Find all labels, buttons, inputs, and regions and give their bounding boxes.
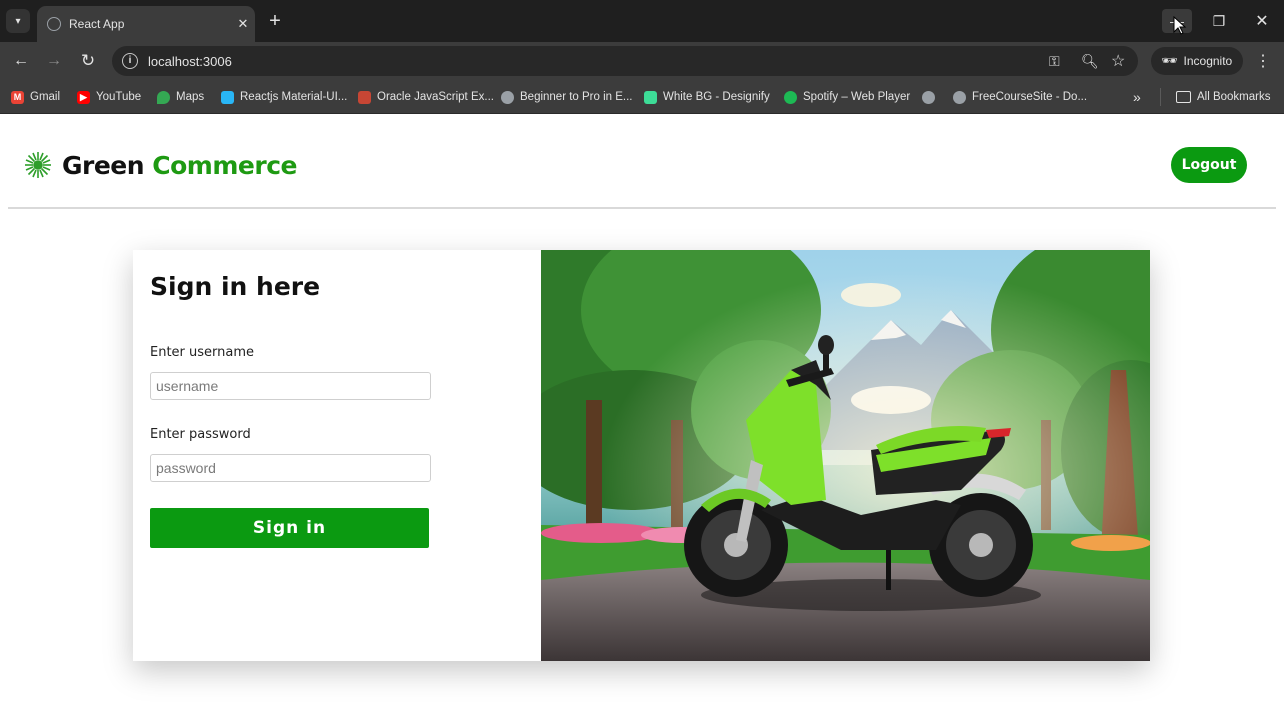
incognito-badge[interactable]: 🕶︎ Incognito [1151,47,1243,75]
bookmark-label: FreeCourseSite - Do... [972,91,1088,103]
username-label: Enter username [150,345,255,360]
designify-icon [644,90,657,104]
logout-button[interactable]: Logout [1171,147,1247,183]
tab-search-icon[interactable]: ▾ [6,9,30,33]
leaf-logo-icon [25,152,51,178]
bookmarks-divider [1160,88,1161,106]
oracle-icon [358,90,371,104]
back-icon[interactable]: ← [9,50,33,72]
bookmark-globe[interactable] [922,89,941,105]
bookmark-material-ui[interactable]: Reactjs Material-UI... [221,89,347,105]
bookmark-spotify[interactable]: Spotify – Web Player [784,89,910,105]
bookmark-beginner-pro[interactable]: Beginner to Pro in E... [501,89,633,105]
globe-icon [501,90,514,104]
bookmark-youtube[interactable]: ▶ YouTube [77,89,141,105]
login-card: Sign in here Enter username Enter passwo… [133,250,1150,661]
browser-tabstrip: ▾ React App ✕ + — ❐ ✕ [0,0,1284,42]
gmail-icon: M [11,90,24,104]
bookmark-label: YouTube [96,91,142,103]
reload-icon[interactable]: ↻ [76,50,100,72]
globe-icon [922,90,935,104]
zoom-icon[interactable]: 🔍︎ [1081,53,1099,70]
form-title: Sign in here [150,272,321,301]
bookmark-label: Gmail [30,91,61,103]
password-key-icon[interactable]: ⚿ [1049,53,1060,70]
site-info-icon[interactable]: i [122,53,138,69]
header-divider [8,207,1276,209]
address-bar[interactable]: i localhost:3006 [112,46,1138,76]
bookmark-freecoursesite[interactable]: FreeCourseSite - Do... [953,89,1087,105]
bookmark-label: Maps [176,91,205,103]
brand-logo[interactable]: Green Commerce [62,151,297,180]
brand-second: Commerce [152,151,297,180]
window-close-icon[interactable]: ✕ [1247,9,1277,33]
bookmarks-bar: M Gmail ▶ YouTube Maps Reactjs Material-… [0,80,1284,114]
bookmark-star-icon[interactable]: ☆ [1111,51,1125,71]
password-label: Enter password [150,427,251,442]
maps-icon [157,90,170,104]
browser-menu-icon[interactable]: ⋮ [1254,51,1272,71]
bookmark-gmail[interactable]: M Gmail [11,89,60,105]
browser-tab[interactable]: React App ✕ [37,6,255,42]
url-text: localhost:3006 [148,53,232,69]
brand-first: Green [62,151,145,180]
bookmarks-overflow-icon[interactable]: » [1133,89,1141,105]
folder-icon [1176,91,1191,103]
app-header: Green Commerce [0,116,1284,208]
youtube-icon: ▶ [77,90,90,104]
password-input[interactable] [150,454,431,482]
tab-close-icon[interactable]: ✕ [231,16,255,32]
all-bookmarks[interactable]: All Bookmarks [1176,89,1271,105]
forward-icon[interactable]: → [42,50,66,72]
tab-favicon-icon [47,17,61,31]
sign-in-button[interactable]: Sign in [150,508,429,548]
material-ui-icon [221,90,234,104]
incognito-icon: 🕶︎ [1161,53,1178,68]
bookmark-label: Oracle JavaScript Ex... [377,91,494,103]
bookmark-label: Beginner to Pro in E... [520,91,633,103]
all-bookmarks-label: All Bookmarks [1197,91,1271,103]
bookmark-label: White BG - Designify [663,91,770,103]
spotify-icon [784,90,797,104]
username-input[interactable] [150,372,431,400]
bookmark-label: Reactjs Material-UI... [240,91,348,103]
tab-title: React App [69,17,125,31]
scooter-hero-image [541,250,1150,661]
restore-icon[interactable]: ❐ [1204,9,1234,33]
bookmark-maps[interactable]: Maps [157,89,204,105]
bookmark-oracle[interactable]: Oracle JavaScript Ex... [358,89,494,105]
browser-toolbar: ← → ↻ i localhost:3006 ⚿ 🔍︎ ☆ 🕶︎ Incogni… [0,42,1284,80]
bookmark-designify[interactable]: White BG - Designify [644,89,770,105]
new-tab-icon[interactable]: + [264,10,286,32]
incognito-label: Incognito [1183,54,1233,68]
mouse-cursor-icon [1173,16,1187,35]
globe-icon [953,90,966,104]
bookmark-label: Spotify – Web Player [803,91,911,103]
